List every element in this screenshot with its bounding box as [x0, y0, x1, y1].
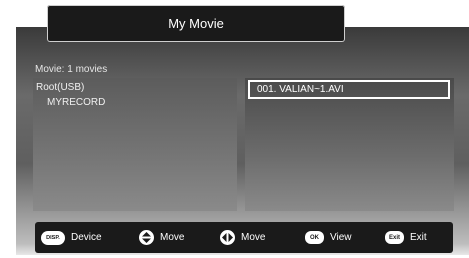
move-left-right-button[interactable]: Move [220, 222, 265, 253]
exit-button[interactable]: Exit Exit [385, 222, 427, 253]
view-button[interactable]: OK View [305, 222, 352, 253]
file-item-selected[interactable]: 001. VALIAN~1.AVI [248, 80, 450, 99]
ok-key-icon: OK [305, 231, 324, 244]
disp-key-icon: DISP. [41, 230, 65, 245]
button-bar: DISP. Device Move Move OK View Exit Exit [35, 222, 453, 253]
device-label: Device [71, 232, 102, 243]
move-label-horizontal: Move [241, 232, 266, 243]
move-up-down-button[interactable]: Move [139, 222, 184, 253]
movie-count-label: Movie: 1 movies [35, 64, 108, 75]
left-right-arrow-icon [220, 230, 235, 245]
up-down-arrow-icon [139, 230, 154, 245]
view-label: View [330, 232, 352, 243]
exit-label: Exit [410, 232, 427, 243]
exit-key-icon: Exit [385, 231, 404, 244]
title-bar: My Movie [47, 5, 345, 42]
move-label-vertical: Move [160, 232, 185, 243]
file-item-label: 001. VALIAN~1.AVI [257, 84, 344, 95]
page-title: My Movie [168, 16, 224, 31]
device-button[interactable]: DISP. Device [41, 222, 102, 253]
tree-item-root-usb[interactable]: Root(USB) [36, 82, 84, 93]
tree-item-myrecord[interactable]: MYRECORD [47, 97, 105, 108]
